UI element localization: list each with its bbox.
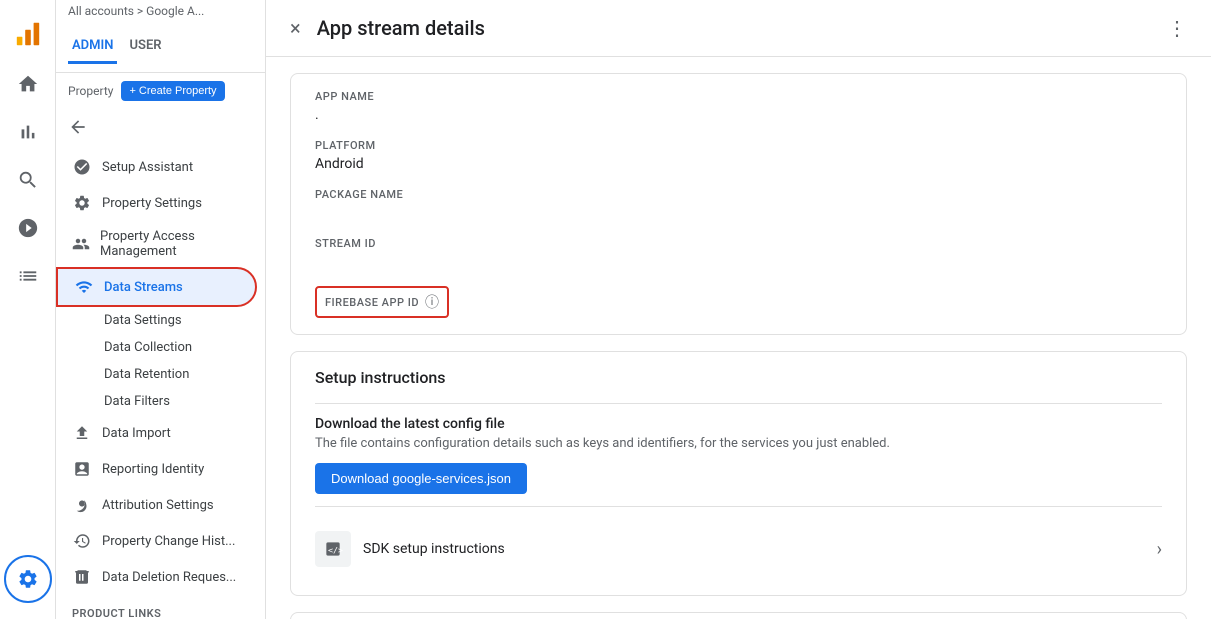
nav-item-property-change-hist-label: Property Change Hist... [102, 534, 235, 549]
stream-id-value [315, 254, 1162, 274]
sdk-chevron-right-icon: › [1157, 539, 1162, 560]
additional-settings-card: Additional Settings Measurement Protocol… [290, 612, 1187, 619]
property-row: Property + Create Property [56, 73, 265, 109]
more-options-button[interactable]: ⋮ [1167, 16, 1187, 40]
delete-icon [72, 567, 92, 587]
nav-item-setup-assistant[interactable]: Setup Assistant [56, 149, 257, 185]
nav-item-data-streams[interactable]: Data Streams [56, 267, 257, 307]
nav-sub-item-data-filters[interactable]: Data Filters [56, 388, 265, 415]
drawer-header: × App stream details ⋮ [266, 0, 1211, 57]
sidebar-item-reports[interactable] [4, 108, 52, 156]
firebase-app-id-help-icon: ⓘ [425, 292, 439, 312]
close-button[interactable]: × [290, 16, 301, 40]
package-name-label: PACKAGE NAME [315, 188, 1162, 201]
nav-item-data-deletion[interactable]: Data Deletion Reques... [56, 559, 257, 595]
nav-item-data-streams-label: Data Streams [104, 280, 183, 295]
setup-instructions-title: Setup instructions [315, 368, 1162, 387]
nav-item-reporting-identity[interactable]: Reporting Identity [56, 451, 257, 487]
stream-info-card: APP NAME . PLATFORM Android PACKAGE NAME… [290, 73, 1187, 335]
sidebar-item-home[interactable] [4, 60, 52, 108]
nav-item-property-settings[interactable]: Property Settings [56, 185, 257, 221]
nav-item-setup-assistant-label: Setup Assistant [102, 160, 193, 175]
nav-item-data-import-label: Data Import [102, 426, 171, 441]
nav-sub-item-data-retention-label: Data Retention [104, 367, 189, 382]
settings-icon [72, 193, 92, 213]
nav-item-property-access[interactable]: Property Access Management [56, 221, 257, 267]
tab-user[interactable]: USER [125, 30, 165, 64]
sdk-setup-row[interactable]: </> SDK setup instructions › [315, 519, 1162, 579]
app-name-value: . [315, 107, 1162, 127]
upload-icon [72, 423, 92, 443]
platform-value: Android [315, 156, 1162, 176]
section-divider [315, 403, 1162, 404]
app-name-label: APP NAME [315, 90, 1162, 103]
nav-item-property-settings-label: Property Settings [102, 196, 202, 211]
drawer-title: App stream details [317, 16, 1167, 40]
sidebar-icon-panel [0, 0, 56, 619]
app-logo [6, 8, 50, 60]
download-config-desc: The file contains configuration details … [315, 436, 1162, 451]
left-nav-panel: All accounts > Google A... ADMIN USER Pr… [56, 0, 266, 619]
setup-instructions-card: Setup instructions Download the latest c… [290, 351, 1187, 596]
package-name-value [315, 205, 1162, 225]
tab-admin[interactable]: ADMIN [68, 30, 117, 64]
sidebar-item-configure[interactable] [4, 252, 52, 300]
nav-item-data-deletion-label: Data Deletion Reques... [102, 570, 236, 585]
nav-item-property-change-hist[interactable]: Property Change Hist... [56, 523, 257, 559]
wifi-icon [74, 277, 94, 297]
list-icon [17, 265, 39, 287]
svg-text:</>: </> [328, 545, 343, 555]
breadcrumb: All accounts > Google A... [56, 0, 265, 22]
back-arrow-icon [68, 117, 88, 137]
property-label: Property [68, 84, 113, 98]
sidebar-item-explore[interactable] [4, 156, 52, 204]
firebase-app-id-label: FIREBASE APP ID [325, 296, 419, 309]
platform-label: PLATFORM [315, 139, 1162, 152]
reporting-icon [72, 459, 92, 479]
sidebar-item-advertising[interactable] [4, 204, 52, 252]
stream-id-label: STREAM ID [315, 237, 1162, 250]
nav-sub-item-data-retention[interactable]: Data Retention [56, 361, 265, 388]
history-icon [72, 531, 92, 551]
attribution-icon [72, 495, 92, 515]
nav-item-data-import[interactable]: Data Import [56, 415, 257, 451]
download-google-services-button[interactable]: Download google-services.json [315, 463, 527, 494]
nav-sub-item-data-filters-label: Data Filters [104, 394, 170, 409]
gear-icon [17, 568, 39, 590]
sidebar-bottom [0, 547, 60, 611]
nav-item-property-access-label: Property Access Management [100, 229, 245, 259]
nav-section-main: Setup Assistant Property Settings Proper… [56, 145, 265, 619]
nav-tabs: ADMIN USER [56, 22, 265, 73]
check-circle-icon [72, 157, 92, 177]
bar-chart-icon [17, 121, 39, 143]
firebase-app-id-box[interactable]: FIREBASE APP ID ⓘ [315, 286, 449, 318]
sdk-symbol-icon: </> [323, 539, 343, 559]
nav-sub-item-data-settings-label: Data Settings [104, 313, 182, 328]
app-stream-details-drawer: × App stream details ⋮ APP NAME . PLATFO… [266, 0, 1211, 619]
create-property-button[interactable]: + Create Property [121, 81, 224, 101]
section-divider-2 [315, 506, 1162, 507]
sidebar-item-settings[interactable] [4, 555, 52, 603]
back-button[interactable] [56, 109, 265, 145]
sdk-setup-label: SDK setup instructions [363, 541, 1157, 557]
target-icon [17, 217, 39, 239]
nav-sub-item-data-collection-label: Data Collection [104, 340, 192, 355]
people-icon [72, 234, 90, 254]
home-icon [17, 73, 39, 95]
nav-sub-item-data-collection[interactable]: Data Collection [56, 334, 265, 361]
nav-item-reporting-identity-label: Reporting Identity [102, 462, 204, 477]
sdk-icon: </> [315, 531, 351, 567]
search-icon [17, 169, 39, 191]
nav-item-attribution-settings[interactable]: Attribution Settings [56, 487, 257, 523]
nav-item-attribution-settings-label: Attribution Settings [102, 498, 214, 513]
nav-sub-item-data-settings[interactable]: Data Settings [56, 307, 265, 334]
product-links-section-label: PRODUCT LINKS [56, 595, 265, 619]
download-config-title: Download the latest config file [315, 416, 1162, 432]
analytics-logo-icon [14, 20, 42, 48]
